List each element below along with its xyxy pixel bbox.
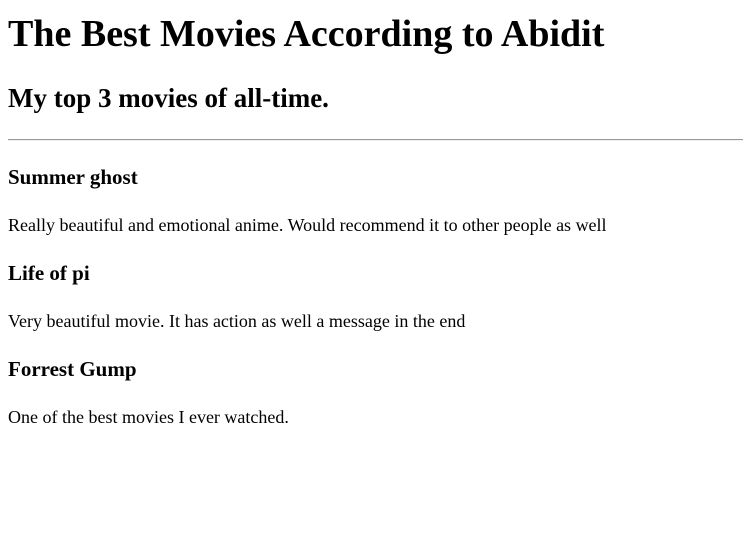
movie-entry: Forrest Gump One of the best movies I ev…	[8, 332, 743, 428]
movie-description: One of the best movies I ever watched.	[8, 407, 289, 427]
movie-entry: Summer ghost Really beautiful and emotio…	[8, 141, 743, 236]
movie-title: Forrest Gump	[8, 357, 137, 381]
movie-title: Summer ghost	[8, 165, 138, 189]
movie-title: Life of pi	[8, 261, 90, 285]
page-subtitle: My top 3 movies of all-time.	[8, 83, 329, 113]
page-title: The Best Movies According to Abidit	[8, 13, 605, 55]
page-content: The Best Movies According to Abidit My t…	[0, 12, 751, 428]
movie-entry: Life of pi Very beautiful movie. It has …	[8, 236, 743, 332]
movie-description: Very beautiful movie. It has action as w…	[8, 311, 466, 331]
movie-description: Really beautiful and emotional anime. Wo…	[8, 215, 607, 235]
